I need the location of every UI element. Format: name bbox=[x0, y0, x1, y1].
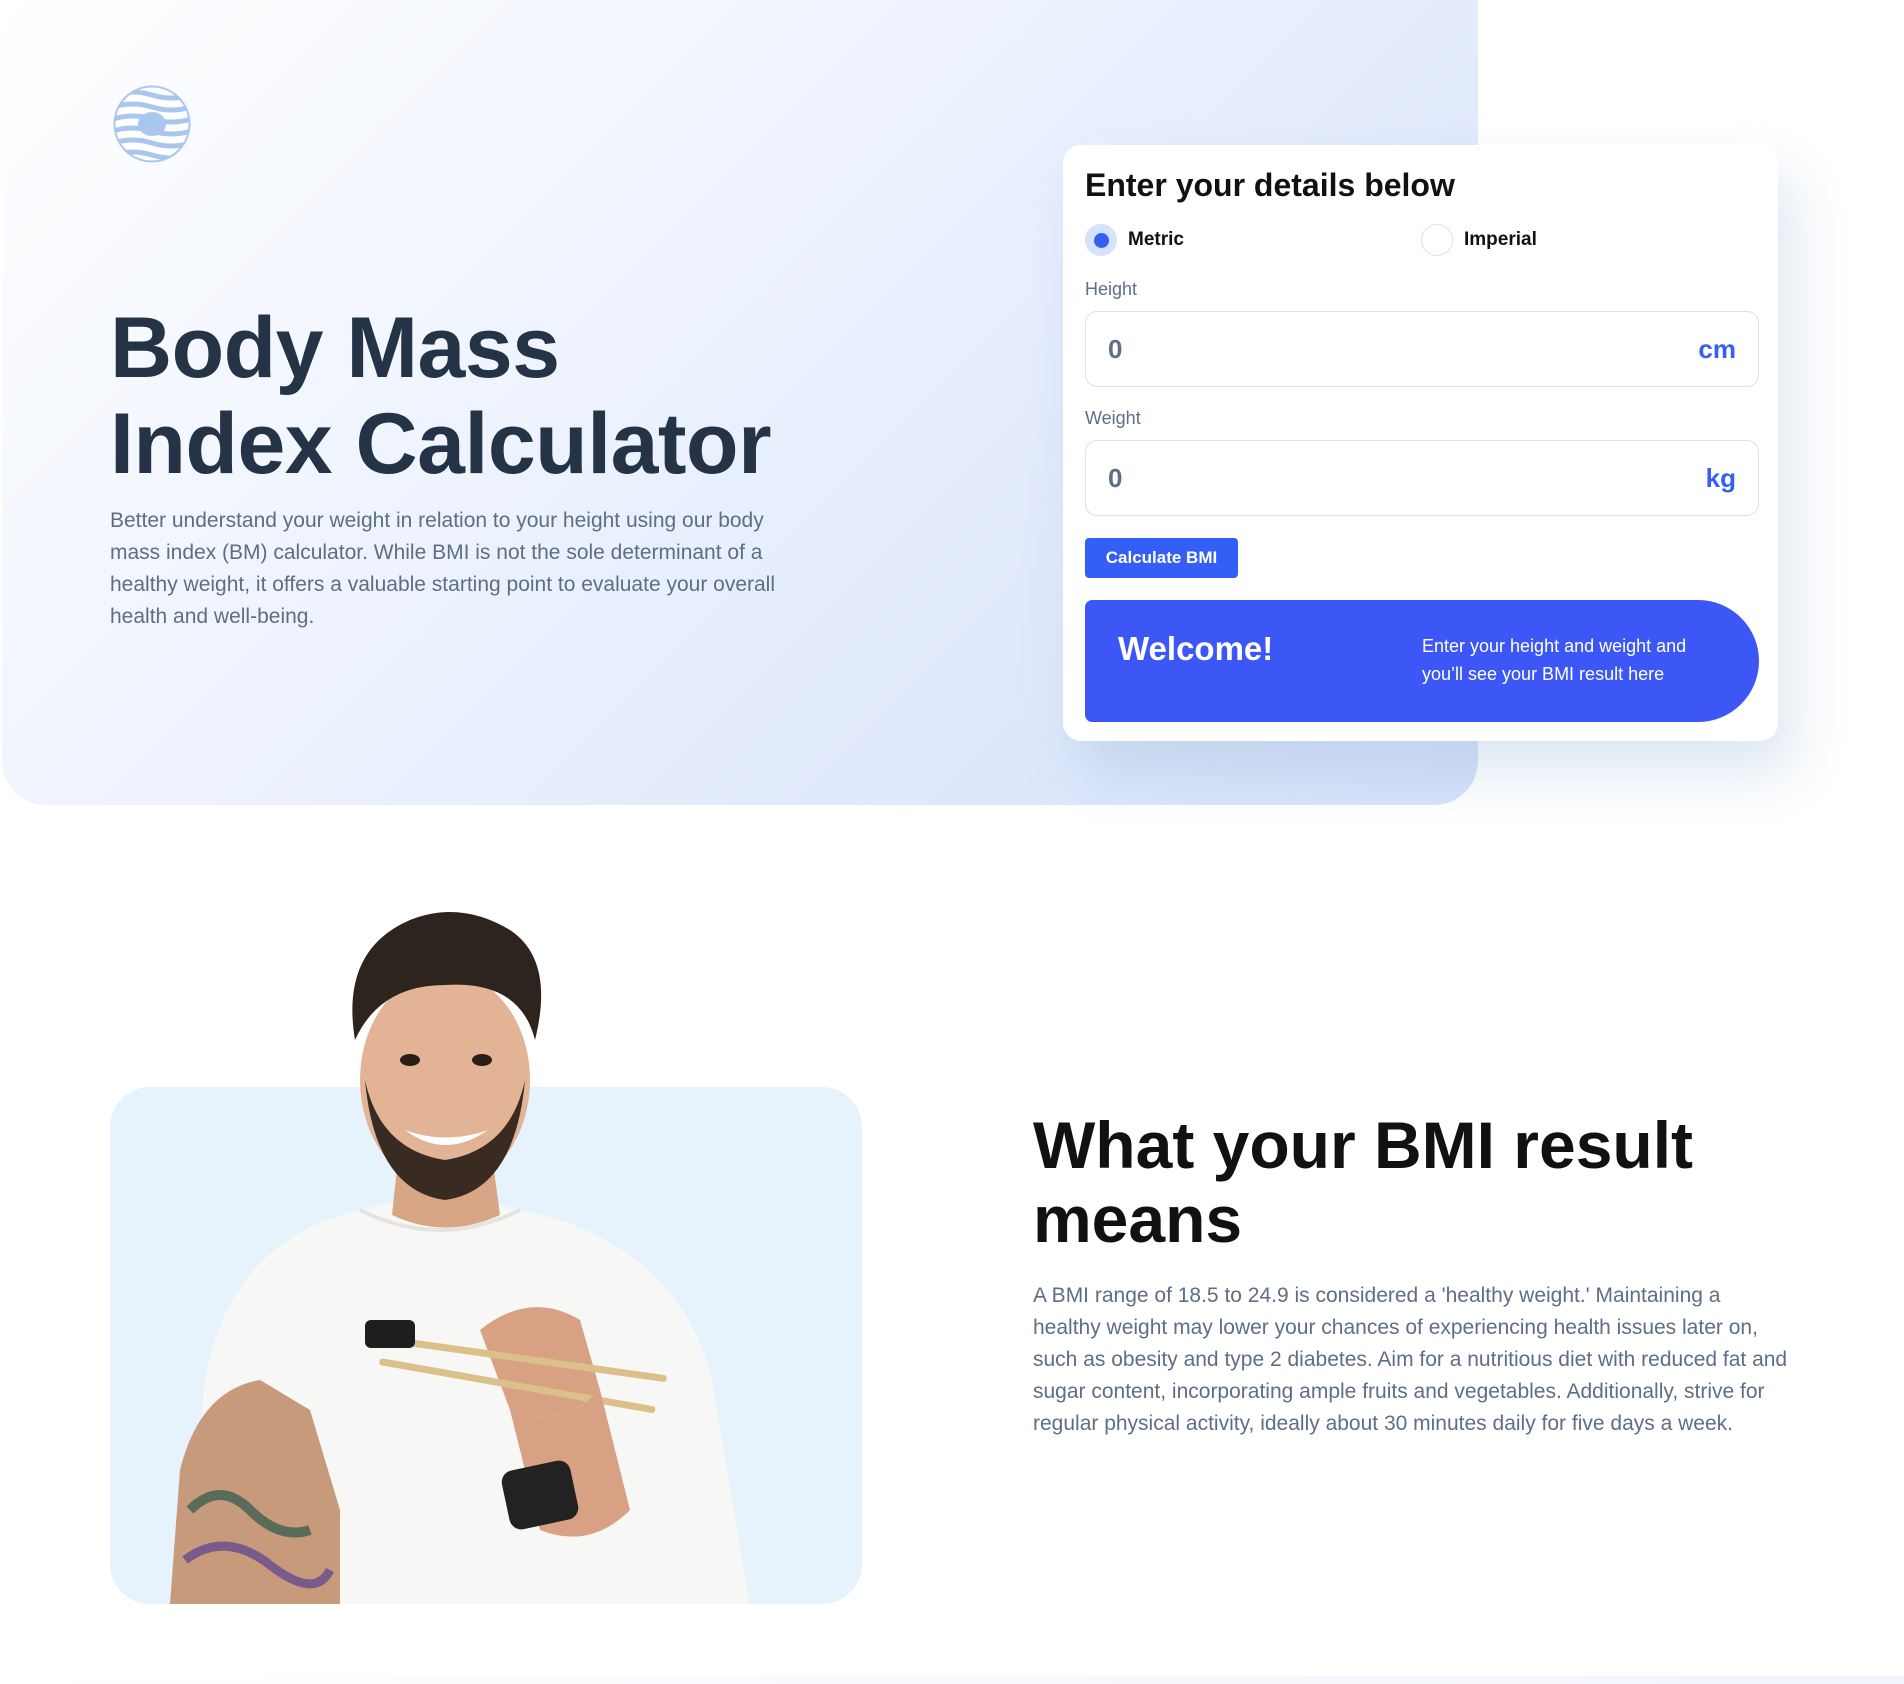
section-description: A BMI range of 18.5 to 24.9 is considere… bbox=[1033, 1284, 1788, 1435]
weight-value[interactable]: 0 bbox=[1108, 463, 1706, 494]
weight-input[interactable]: 0 kg bbox=[1085, 440, 1759, 516]
metric-label[interactable]: Metric bbox=[1128, 229, 1184, 251]
calculate-bmi-button[interactable]: Calculate BMI bbox=[1085, 538, 1238, 578]
radio-unchecked-icon[interactable] bbox=[1421, 224, 1453, 256]
page-title-line-2: Index Calculator bbox=[110, 396, 772, 492]
imperial-label[interactable]: Imperial bbox=[1464, 229, 1537, 251]
radio-checked-icon[interactable] bbox=[1085, 224, 1117, 256]
imperial-radio[interactable]: Imperial bbox=[1421, 223, 1537, 257]
height-input[interactable]: 0 cm bbox=[1085, 311, 1759, 387]
page-title: Body Mass Index Calculator bbox=[110, 300, 830, 492]
height-label: Height bbox=[1085, 279, 1138, 299]
hero-description: Better understand your weight in relatio… bbox=[110, 509, 776, 628]
metric-radio[interactable]: Metric bbox=[1085, 223, 1184, 257]
man-eating-sushi-image bbox=[110, 910, 862, 1604]
height-value[interactable]: 0 bbox=[1108, 334, 1698, 365]
page-title-line-1: Body Mass bbox=[110, 300, 560, 396]
weight-label: Weight bbox=[1085, 408, 1141, 428]
height-unit: cm bbox=[1698, 333, 1736, 364]
result-title: Welcome! bbox=[1118, 630, 1274, 667]
striped-circle-logo-icon[interactable] bbox=[113, 85, 191, 163]
next-section-edge bbox=[0, 1676, 1904, 1684]
bmi-calculator-card: Enter your details below Metric Imperial… bbox=[1063, 145, 1778, 741]
unit-radio-group: Metric Imperial bbox=[1085, 223, 1756, 257]
result-text: Enter your height and weight and you’ll … bbox=[1422, 636, 1687, 684]
page: Body Mass Index Calculator Better unders… bbox=[0, 0, 1904, 1684]
result-panel: Welcome! Enter your height and weight an… bbox=[1085, 600, 1759, 722]
radio-dot-icon bbox=[1093, 232, 1109, 248]
card-title: Enter your details below bbox=[1085, 167, 1455, 203]
section-title: What your BMI result means bbox=[1033, 1108, 1694, 1256]
weight-unit: kg bbox=[1705, 462, 1736, 493]
